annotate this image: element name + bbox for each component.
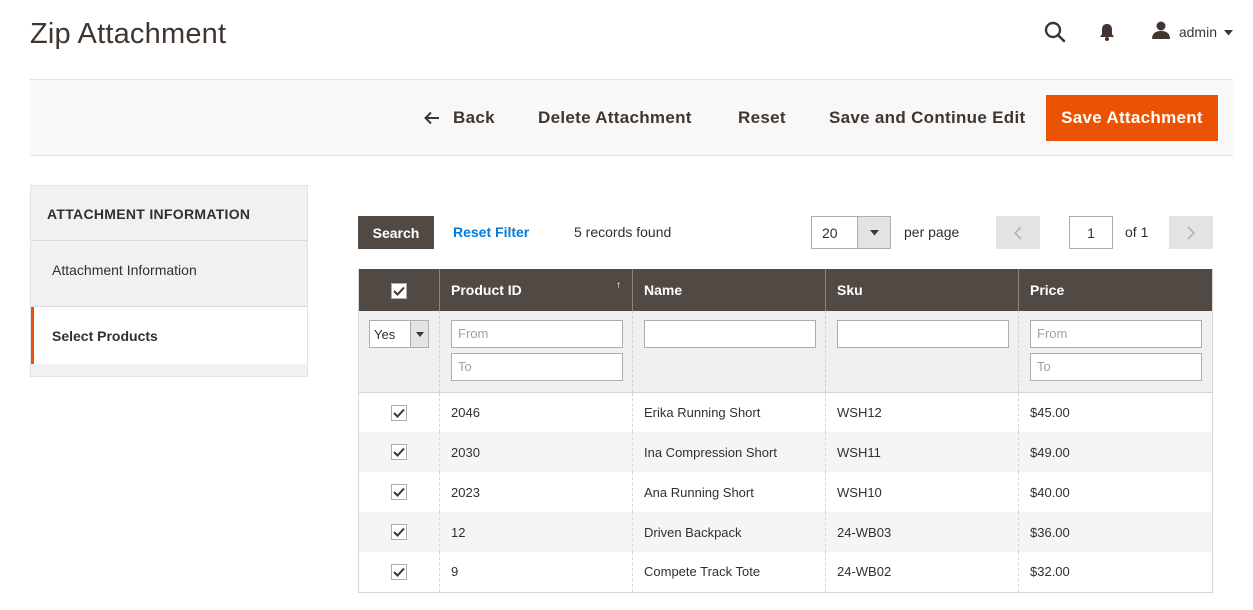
- price-filter-cell: From To: [1018, 311, 1213, 393]
- delete-attachment-button[interactable]: Delete Attachment: [538, 96, 692, 140]
- admin-name: admin: [1178, 24, 1217, 40]
- cell-price: $45.00: [1018, 392, 1213, 432]
- select-all-column-header: [358, 269, 440, 311]
- products-grid: Product ID ↑ Name Sku Price Yes From To: [358, 269, 1213, 593]
- header-actions: admin: [1043, 18, 1233, 46]
- product-id-filter-cell: From To: [439, 311, 633, 393]
- table-row[interactable]: 2023 Ana Running Short WSH10 $40.00: [358, 472, 1213, 512]
- sort-arrow-icon: ↑: [616, 280, 621, 291]
- cell-name: Ana Running Short: [632, 472, 826, 512]
- cell-price: $40.00: [1018, 472, 1213, 512]
- back-button[interactable]: Back: [424, 96, 495, 140]
- column-header-sku[interactable]: Sku: [825, 269, 1019, 311]
- chevron-down-icon: [857, 217, 890, 248]
- page-title: Zip Attachment: [30, 18, 227, 50]
- table-row[interactable]: 2030 Ina Compression Short WSH11 $49.00: [358, 432, 1213, 472]
- column-header-price[interactable]: Price: [1018, 269, 1213, 311]
- sku-filter-input[interactable]: [837, 320, 1009, 348]
- arrow-left-icon: [424, 111, 440, 125]
- filter-row: Yes From To From To: [358, 311, 1213, 393]
- row-checkbox[interactable]: [391, 404, 407, 421]
- select-all-checkbox[interactable]: [391, 282, 407, 299]
- price-from-input[interactable]: From: [1030, 320, 1202, 348]
- column-header-name[interactable]: Name: [632, 269, 826, 311]
- next-page-button[interactable]: [1169, 216, 1213, 249]
- row-checkbox-cell: [358, 392, 440, 432]
- save-and-continue-button[interactable]: Save and Continue Edit: [829, 96, 1025, 140]
- back-button-label: Back: [453, 108, 495, 127]
- product-id-from-input[interactable]: From: [451, 320, 623, 348]
- row-checkbox[interactable]: [391, 444, 407, 461]
- cell-sku: WSH12: [825, 392, 1019, 432]
- name-filter-input[interactable]: [644, 320, 816, 348]
- cell-sku: 24-WB03: [825, 512, 1019, 552]
- caret-down-icon: [1224, 23, 1233, 41]
- records-count: 5 records found: [574, 224, 672, 240]
- cell-product-id: 9: [439, 552, 633, 592]
- cell-price: $36.00: [1018, 512, 1213, 552]
- cell-sku: WSH11: [825, 432, 1019, 472]
- cell-name: Compete Track Tote: [632, 552, 826, 592]
- column-header-product-id[interactable]: Product ID ↑: [439, 269, 633, 311]
- bell-icon[interactable]: [1095, 20, 1119, 44]
- sku-filter-cell: [825, 311, 1019, 393]
- reset-button[interactable]: Reset: [738, 96, 786, 140]
- sidebar-item-attachment-information[interactable]: Attachment Information: [31, 241, 307, 298]
- previous-page-button[interactable]: [996, 216, 1040, 249]
- grid-toolbar: Search Reset Filter 5 records found 20 p…: [358, 216, 1213, 249]
- in-products-filter-value: Yes: [374, 326, 396, 342]
- product-id-to-input[interactable]: To: [451, 353, 623, 381]
- row-checkbox-cell: [358, 432, 440, 472]
- chevron-left-icon: [1014, 225, 1022, 240]
- sidebar-item-select-products[interactable]: Select Products: [31, 307, 307, 364]
- name-filter-cell: [632, 311, 826, 393]
- row-checkbox-cell: [358, 512, 440, 552]
- price-to-input[interactable]: To: [1030, 353, 1202, 381]
- table-row[interactable]: 12 Driven Backpack 24-WB03 $36.00: [358, 512, 1213, 552]
- row-checkbox-cell: [358, 552, 440, 592]
- in-products-filter-cell: Yes: [358, 311, 440, 393]
- user-icon: [1151, 21, 1171, 44]
- grid-header-row: Product ID ↑ Name Sku Price: [358, 269, 1213, 311]
- in-products-filter-select[interactable]: Yes: [369, 320, 429, 348]
- cell-price: $32.00: [1018, 552, 1213, 592]
- row-checkbox[interactable]: [391, 484, 407, 501]
- row-checkbox-cell: [358, 472, 440, 512]
- page-number-input[interactable]: 1: [1069, 216, 1113, 249]
- sidebar-title: ATTACHMENT INFORMATION: [47, 206, 251, 222]
- save-attachment-button[interactable]: Save Attachment: [1046, 95, 1218, 141]
- cell-product-id: 2046: [439, 392, 633, 432]
- per-page-value: 20: [822, 224, 838, 241]
- table-row[interactable]: 2046 Erika Running Short WSH12 $45.00: [358, 392, 1213, 432]
- sidebar-panel: ATTACHMENT INFORMATION Attachment Inform…: [30, 185, 308, 377]
- cell-name: Driven Backpack: [632, 512, 826, 552]
- cell-sku: WSH10: [825, 472, 1019, 512]
- reset-filter-link[interactable]: Reset Filter: [453, 224, 529, 240]
- column-label: Product ID: [451, 282, 522, 298]
- page-actions-bar: Back Delete Attachment Reset Save and Co…: [30, 79, 1233, 156]
- search-icon[interactable]: [1043, 20, 1067, 44]
- row-checkbox[interactable]: [391, 524, 407, 541]
- per-page-label: per page: [904, 224, 960, 240]
- cell-sku: 24-WB02: [825, 552, 1019, 592]
- cell-product-id: 12: [439, 512, 633, 552]
- chevron-right-icon: [1187, 225, 1195, 240]
- page-total: of 1: [1125, 224, 1149, 240]
- admin-menu[interactable]: admin: [1151, 21, 1233, 44]
- table-row[interactable]: 9 Compete Track Tote 24-WB02 $32.00: [358, 552, 1213, 592]
- cell-name: Ina Compression Short: [632, 432, 826, 472]
- search-button[interactable]: Search: [358, 216, 434, 249]
- chevron-down-icon: [410, 321, 428, 347]
- cell-product-id: 2023: [439, 472, 633, 512]
- row-checkbox[interactable]: [391, 564, 407, 581]
- cell-product-id: 2030: [439, 432, 633, 472]
- cell-name: Erika Running Short: [632, 392, 826, 432]
- per-page-select[interactable]: 20: [811, 216, 891, 249]
- cell-price: $49.00: [1018, 432, 1213, 472]
